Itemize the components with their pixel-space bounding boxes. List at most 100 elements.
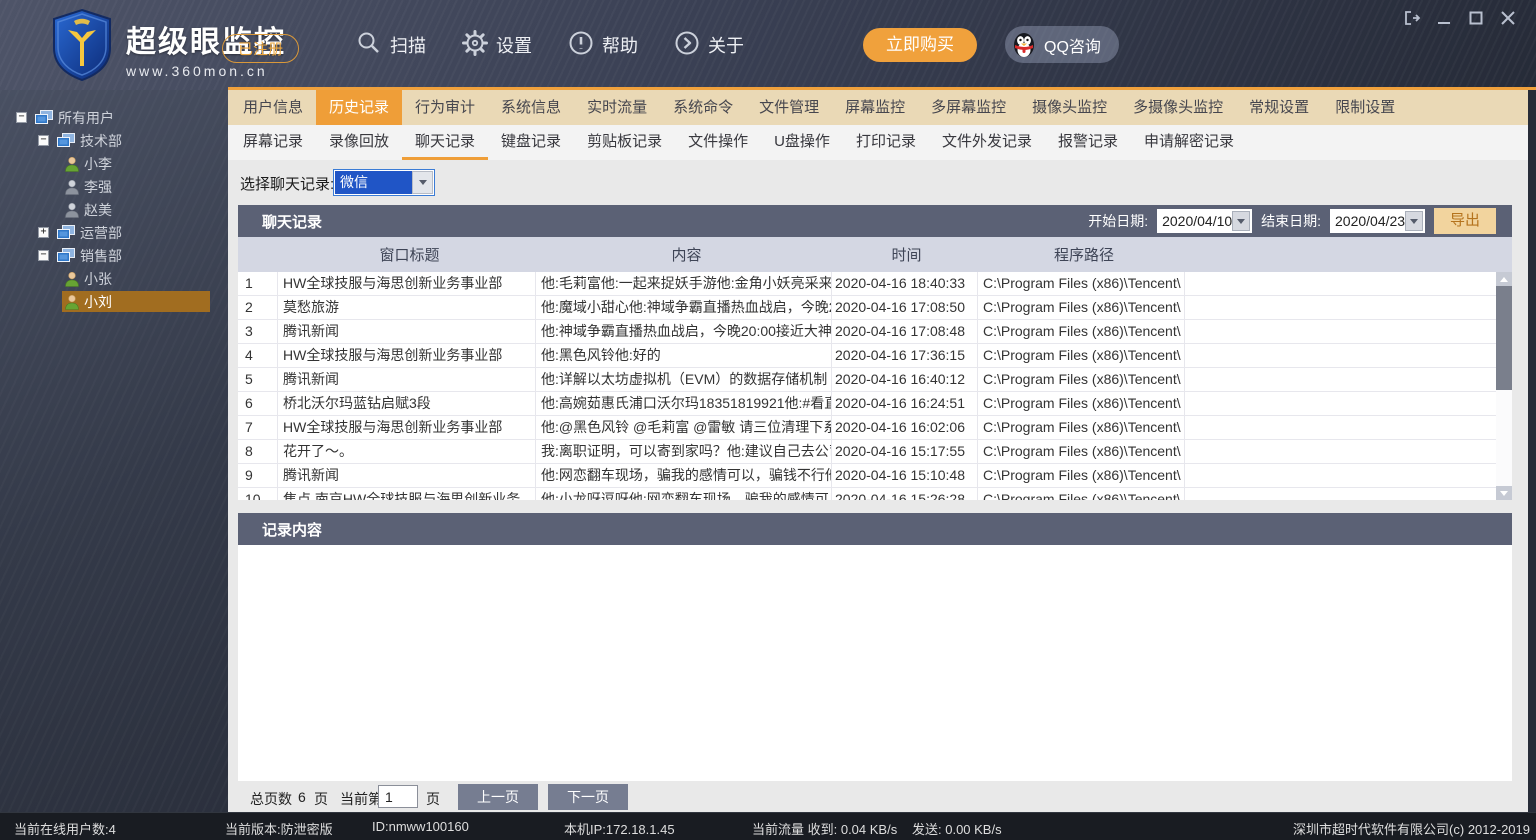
tab-文件操作[interactable]: 文件操作 [675, 125, 761, 160]
qq-consult-button[interactable]: QQ咨询 [1005, 26, 1119, 63]
close-icon[interactable] [1498, 8, 1518, 28]
table-row[interactable]: 5腾讯新闻他:详解以太坊虚拟机（EVM）的数据存储机制2020-04-16 16… [238, 368, 1512, 392]
tab-剪贴板记录[interactable]: 剪贴板记录 [574, 125, 675, 160]
cell-filler [1185, 440, 1512, 463]
tab-系统信息[interactable]: 系统信息 [488, 90, 574, 125]
app-window: 超级眼监控 www.360mon.cn 已注册 扫描设置帮助关于 立即购买 [0, 0, 1536, 840]
status-item: 当前在线用户数:4 [14, 819, 116, 838]
cell-window-title: 腾讯新闻 [278, 464, 536, 487]
tab-多摄像头监控[interactable]: 多摄像头监控 [1120, 90, 1236, 125]
buy-now-button[interactable]: 立即购买 [863, 28, 977, 62]
tab-报警记录[interactable]: 报警记录 [1045, 125, 1131, 160]
nav-settings[interactable]: 设置 [462, 30, 532, 61]
tree-item-label: 所有用户 [58, 108, 114, 128]
pagination-bar: 总页数 6 页 当前第 页 上一页 下一页 [238, 781, 1512, 812]
tree-expander-minus-icon[interactable]: − [38, 250, 49, 261]
column-header-内容: 内容 [536, 244, 832, 265]
status-item: 当前流量 收到: 0.04 KB/s [752, 819, 897, 838]
tree-user-item[interactable]: 小张 [0, 267, 228, 290]
export-button[interactable]: 导出 [1434, 208, 1496, 234]
tab-行为审计[interactable]: 行为审计 [402, 90, 488, 125]
cell-row-number: 8 [238, 440, 278, 463]
table-row[interactable]: 6桥北沃尔玛蓝钻启赋3段他:高婉茹惠氏浦口沃尔玛18351819921他:#看直… [238, 392, 1512, 416]
table-row[interactable]: 2莫愁旅游他:魔域小甜心他:神域争霸直播热血战启，今晚20:00接2020-04… [238, 296, 1512, 320]
table-row[interactable]: 1HW全球技服与海思创新业务事业部他:毛莉富他:一起来捉妖手游他:金角小妖亮采来… [238, 272, 1512, 296]
table-row[interactable]: 7HW全球技服与海思创新业务事业部他:@黑色风铃 @毛莉富 @雷敏 请三位清理下… [238, 416, 1512, 440]
cell-filler [1185, 416, 1512, 439]
minimize-icon[interactable] [1434, 8, 1454, 28]
next-page-button[interactable]: 下一页 [548, 784, 628, 810]
cell-program-path: C:\Program Files (x86)\Tencent\ [978, 464, 1185, 487]
tab-用户信息[interactable]: 用户信息 [230, 90, 316, 125]
record-content-panel: 记录内容 [238, 513, 1512, 781]
record-content-panel-title: 记录内容 [262, 519, 322, 540]
table-row[interactable]: 3腾讯新闻他:神域争霸直播热血战启，今晚20:00接近大神零距离2020-04-… [238, 320, 1512, 344]
tab-U盘操作[interactable]: U盘操作 [761, 125, 843, 160]
chevron-down-icon[interactable] [1405, 211, 1423, 231]
chat-type-select[interactable]: 微信 [333, 169, 435, 196]
computers-icon [57, 133, 76, 149]
tab-常规设置[interactable]: 常规设置 [1236, 90, 1322, 125]
tab-文件管理[interactable]: 文件管理 [746, 90, 832, 125]
chat-records-table: 窗口标题内容时间程序路径 1HW全球技服与海思创新业务事业部他:毛莉富他:一起来… [238, 237, 1512, 500]
current-page-input[interactable] [378, 785, 418, 808]
tree-expander-minus-icon[interactable]: − [38, 135, 49, 146]
table-row[interactable]: 8花开了～。我:离职证明，可以寄到家吗？他:建议自己去公司办理2020-04-1… [238, 440, 1512, 464]
tab-多屏幕监控[interactable]: 多屏幕监控 [918, 90, 1019, 125]
tree-group-item[interactable]: −销售部 [0, 244, 228, 267]
tab-聊天记录[interactable]: 聊天记录 [402, 125, 488, 160]
scrollbar-thumb[interactable] [1496, 286, 1512, 390]
tab-屏幕记录[interactable]: 屏幕记录 [230, 125, 316, 160]
tab-录像回放[interactable]: 录像回放 [316, 125, 402, 160]
tree-expander-plus-icon[interactable]: + [38, 227, 49, 238]
tree-user-item[interactable]: 李强 [0, 175, 228, 198]
nav-label: 扫描 [390, 32, 426, 58]
cell-content: 我:离职证明，可以寄到家吗？他:建议自己去公司办理 [536, 440, 832, 463]
secondary-tab-bar: 屏幕记录录像回放聊天记录键盘记录剪贴板记录文件操作U盘操作打印记录文件外发记录报… [228, 125, 1528, 160]
logout-icon[interactable] [1402, 8, 1422, 28]
table-row[interactable]: 4HW全球技服与海思创新业务事业部他:黑色风铃他:好的2020-04-16 17… [238, 344, 1512, 368]
status-item: ID:nmww100160 [372, 819, 469, 834]
tree-item-label: 运营部 [80, 223, 122, 243]
tree-group-item[interactable]: −技术部 [0, 129, 228, 152]
nav-about[interactable]: 关于 [674, 30, 744, 61]
tab-历史记录[interactable]: 历史记录 [316, 90, 402, 125]
prev-page-button[interactable]: 上一页 [458, 784, 538, 810]
cell-window-title: HW全球技服与海思创新业务事业部 [278, 416, 536, 439]
computers-icon [57, 225, 76, 241]
header-nav: 扫描 设置 帮助 关于 [356, 0, 744, 90]
nav-scan[interactable]: 扫描 [356, 30, 426, 61]
cell-row-number: 2 [238, 296, 278, 319]
end-date-picker[interactable]: 2020/04/23 [1330, 209, 1425, 233]
chevron-down-icon[interactable] [412, 171, 433, 194]
tab-实时流量[interactable]: 实时流量 [574, 90, 660, 125]
tab-打印记录[interactable]: 打印记录 [843, 125, 929, 160]
tree-group-item[interactable]: + 运营部 [0, 221, 228, 244]
scroll-down-icon[interactable] [1496, 486, 1512, 500]
table-row[interactable]: 9腾讯新闻他:网恋翻车现场，骗我的感情可以，骗钱不行他:时间2020-04-16… [238, 464, 1512, 488]
maximize-icon[interactable] [1466, 8, 1486, 28]
tree-user-item[interactable]: 小刘 [0, 290, 228, 313]
tab-屏幕监控[interactable]: 屏幕监控 [832, 90, 918, 125]
tab-键盘记录[interactable]: 键盘记录 [488, 125, 574, 160]
chevron-down-icon[interactable] [1232, 211, 1250, 231]
user-icon [64, 156, 80, 172]
table-row[interactable]: 10焦点 南京HW全球技服与海思创新业务他:小龙呀逗呀他:网恋翻车现场，骗我的感… [238, 488, 1512, 500]
tab-系统命令[interactable]: 系统命令 [660, 90, 746, 125]
tab-限制设置[interactable]: 限制设置 [1322, 90, 1408, 125]
chat-type-label: 选择聊天记录: [240, 173, 334, 194]
nav-help[interactable]: 帮助 [568, 30, 638, 61]
table-scrollbar[interactable] [1496, 272, 1512, 500]
tab-文件外发记录[interactable]: 文件外发记录 [929, 125, 1045, 160]
tab-摄像头监控[interactable]: 摄像头监控 [1019, 90, 1120, 125]
cell-window-title: 腾讯新闻 [278, 368, 536, 391]
tree-expander-minus-icon[interactable]: − [16, 112, 27, 123]
tree-group-item[interactable]: − 所有用户 [0, 106, 228, 129]
cell-filler [1185, 320, 1512, 343]
tree-user-item[interactable]: 赵美 [0, 198, 228, 221]
tab-申请解密记录[interactable]: 申请解密记录 [1131, 125, 1247, 160]
start-date-picker[interactable]: 2020/04/10 [1157, 209, 1252, 233]
scroll-up-icon[interactable] [1496, 272, 1512, 286]
start-date-label: 开始日期: [1088, 211, 1148, 231]
tree-user-item[interactable]: 小李 [0, 152, 228, 175]
